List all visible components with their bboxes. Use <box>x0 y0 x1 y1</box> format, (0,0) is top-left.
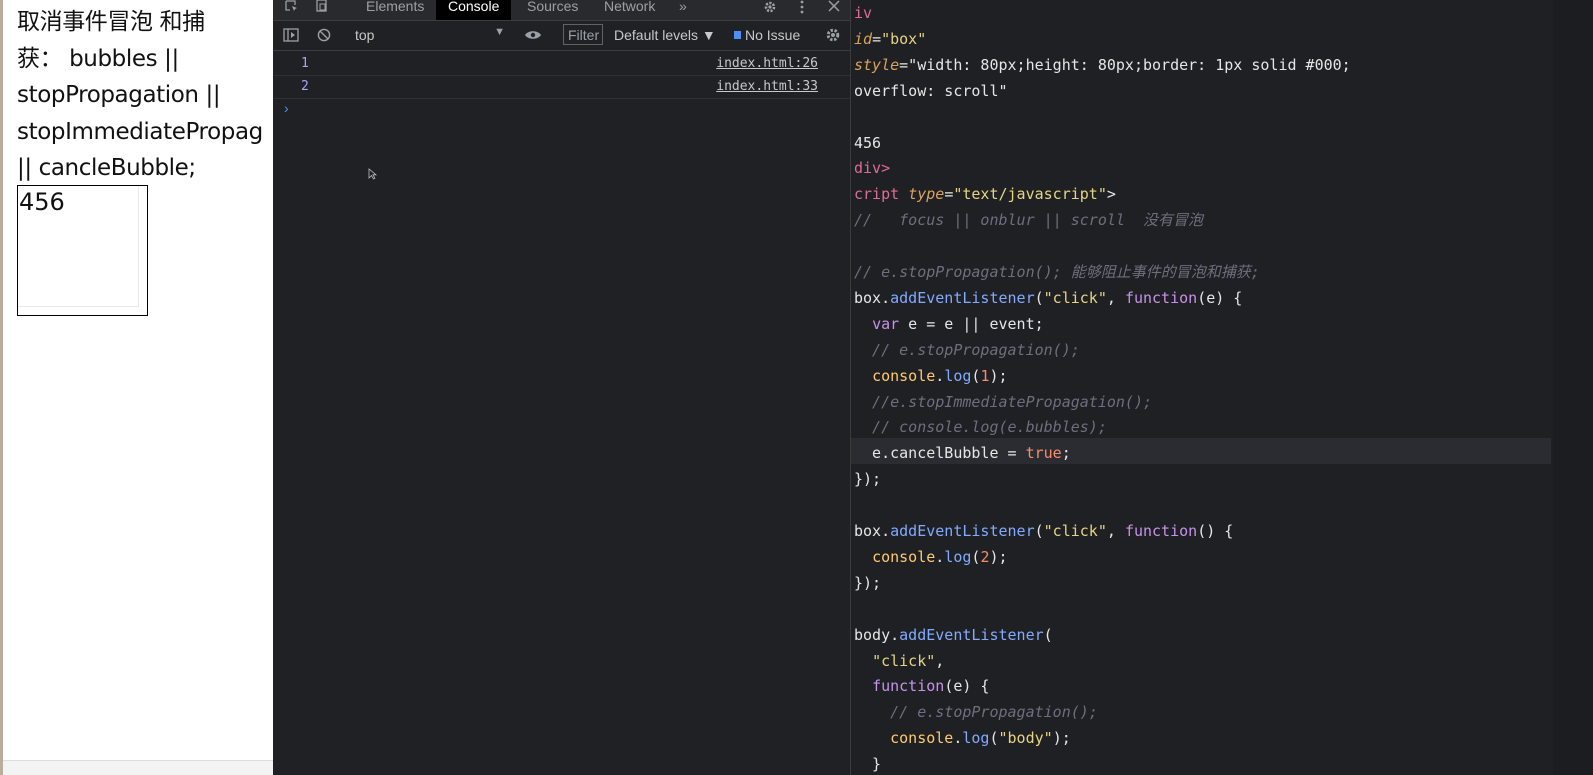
scroll-box[interactable]: 456 <box>17 185 148 316</box>
more-tabs-icon[interactable]: » <box>667 0 699 20</box>
device-toolbar-icon[interactable] <box>313 0 331 18</box>
minimap[interactable] <box>1553 0 1593 775</box>
eye-icon[interactable] <box>524 28 542 44</box>
code-line: box.addEventListener("click", function(e… <box>854 288 1243 307</box>
mouse-cursor-icon <box>368 168 378 180</box>
source-link[interactable]: index.html:26 <box>716 56 818 71</box>
kebab-menu-icon[interactable] <box>793 0 811 18</box>
code-line: "click", <box>872 651 945 670</box>
console-toolbar: top ▼ Filter Default levels ▼ No Issue <box>273 20 850 51</box>
code-line: // focus || onblur || scroll 没有冒泡 <box>854 211 1203 230</box>
code-line: iv <box>854 4 873 22</box>
tab-elements[interactable]: Elements <box>354 0 436 20</box>
tab-network[interactable]: Network <box>592 0 667 20</box>
code-line: style="width: 80px;height: 80px;border: … <box>854 55 1351 74</box>
close-icon[interactable] <box>825 0 843 18</box>
code-line: // console.log(e.bubbles); <box>854 418 1107 437</box>
browser-viewport: 取消事件冒泡 和捕 获： bubbles || stopPropagation … <box>0 0 273 775</box>
console-settings-gear-icon[interactable] <box>825 27 841 46</box>
console-message: 1 index.html:26 <box>273 52 850 76</box>
code-line: } <box>854 755 882 774</box>
console-message: 2 index.html:33 <box>273 75 850 99</box>
devtools-tabbar: Elements Console Sources Network » <box>273 0 850 21</box>
filter-input[interactable]: Filter <box>563 24 603 45</box>
context-select-value: top <box>355 27 375 43</box>
code-editor[interactable]: iv id="box" style="width: 80px;height: 80p… <box>851 0 1593 775</box>
sidebar-toggle-icon[interactable] <box>283 28 299 45</box>
page-text-line: stopPropagation || <box>17 82 221 108</box>
page-text-line: stopImmediatePropag <box>17 118 263 145</box>
tab-sources[interactable]: Sources <box>515 0 590 20</box>
devtools-panel: Elements Console Sources Network » top ▼… <box>273 0 851 775</box>
code-line: function(e) { <box>872 677 990 696</box>
code-line: // e.stopPropagation(); <box>854 703 1098 722</box>
issue-flag-icon <box>734 31 741 39</box>
code-line: console.log(2); <box>872 547 1008 566</box>
clear-console-icon[interactable] <box>317 28 331 45</box>
console-message-value: 1 <box>301 56 309 71</box>
inspect-element-icon[interactable] <box>283 0 301 18</box>
console-message-value: 2 <box>301 79 309 94</box>
console-prompt-icon[interactable]: › <box>284 100 289 116</box>
box-text: 456 <box>19 188 65 216</box>
page-text: 取消事件冒泡 和捕 获： bubbles || stopPropagation … <box>17 4 273 187</box>
code-line: box.addEventListener("click", function()… <box>854 522 1234 540</box>
issues-label: No Issue <box>745 27 801 43</box>
page-text-line: 获： bubbles || <box>17 45 179 72</box>
source-link[interactable]: index.html:33 <box>716 79 818 94</box>
code-line: body.addEventListener( <box>854 625 1053 644</box>
page-text-line: || cancleBubble; <box>17 155 196 181</box>
code-line: id="box" <box>854 29 927 48</box>
issues-button[interactable]: No Issue <box>734 27 800 43</box>
code-line: div> <box>854 159 891 178</box>
code-line: var e = e || event; <box>872 314 1044 333</box>
chevron-down-icon: ▼ <box>494 26 505 38</box>
code-line: //e.stopImmediatePropagation(); <box>854 392 1153 411</box>
code-line: 456 <box>854 133 882 152</box>
code-line: overflow: scroll" <box>854 81 1008 100</box>
code-line: // e.stopPropagation(); <box>854 340 1080 359</box>
horizontal-scrollbar[interactable] <box>3 760 273 775</box>
code-line: cript type="text/javascript"> <box>854 185 1116 204</box>
log-levels-dropdown[interactable]: Default levels ▼ <box>614 27 716 43</box>
code-line: e.cancelBubble = true; <box>854 444 1071 463</box>
context-select[interactable]: top ▼ <box>355 26 505 43</box>
code-line: console.log("body"); <box>890 729 1071 748</box>
page-text-line: 取消事件冒泡 和捕 <box>17 9 205 35</box>
tab-console[interactable]: Console <box>436 0 512 20</box>
code-line: // e.stopPropagation(); 能够阻止事件的冒泡和捕获; <box>854 263 1260 281</box>
settings-gear-icon[interactable] <box>761 0 779 18</box>
code-line: }); <box>854 573 882 592</box>
code-line: }); <box>854 470 882 489</box>
code-line: console.log(1); <box>872 366 1008 385</box>
